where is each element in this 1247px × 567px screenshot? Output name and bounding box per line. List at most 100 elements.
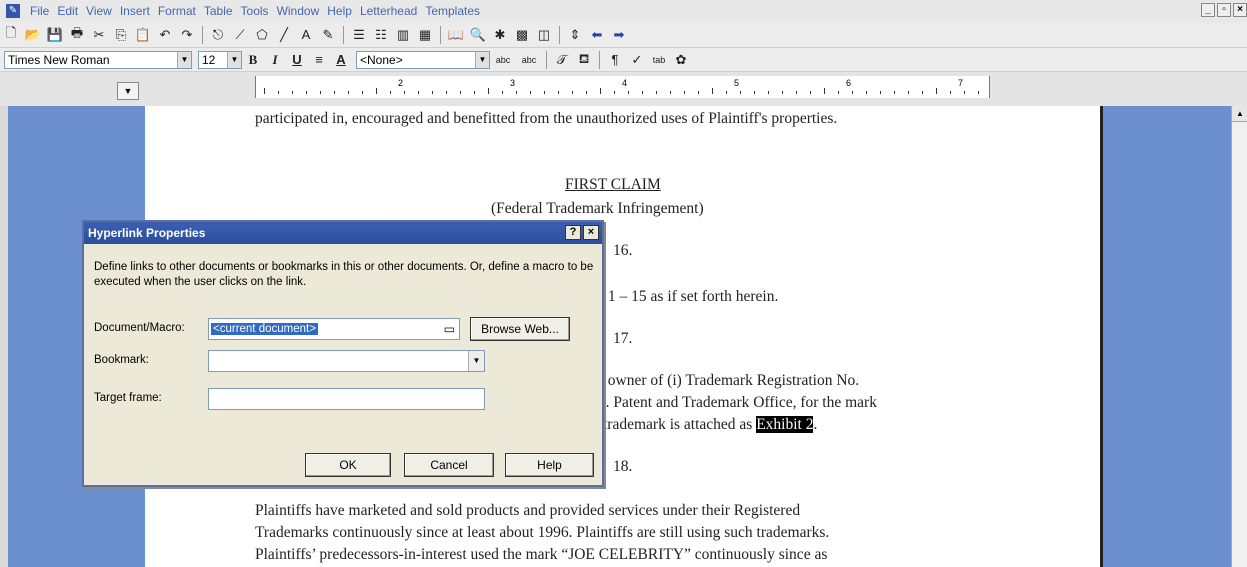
hyperlink-icon[interactable]: ⎋ [208, 25, 228, 45]
grid-icon[interactable]: ▩ [512, 25, 532, 45]
ruler-tick [838, 91, 839, 94]
browse-web-button[interactable]: Browse Web... [470, 317, 570, 341]
effects-icon[interactable]: ✿ [671, 50, 691, 70]
paste-icon[interactable]: 📋 [133, 25, 153, 45]
shape-icon[interactable]: ⬠ [252, 25, 272, 45]
tab-icon[interactable]: tab [649, 50, 669, 70]
bookmark-select[interactable]: ▼ [208, 350, 485, 372]
undo-icon[interactable]: ↶ [155, 25, 175, 45]
ruler-tick [684, 91, 685, 94]
menu-table[interactable]: Table [200, 4, 237, 18]
book-icon[interactable]: 📖 [446, 25, 466, 45]
redo-icon[interactable]: ↷ [177, 25, 197, 45]
ruler-number: 4 [622, 78, 628, 88]
underline-button[interactable]: U [287, 50, 307, 70]
style-select[interactable]: <None> ▼ [356, 50, 490, 69]
new-icon[interactable]: 🗋 [1, 25, 21, 45]
pen-icon[interactable]: ✎ [318, 25, 338, 45]
menu-tools[interactable]: Tools [237, 4, 273, 18]
fill-icon[interactable]: ⛾ [574, 50, 594, 70]
menu-templates[interactable]: Templates [421, 4, 484, 18]
menu-insert[interactable]: Insert [116, 4, 154, 18]
bold-button[interactable]: B [243, 50, 263, 70]
dialog-title-buttons: ? × [565, 225, 599, 240]
restore-icon[interactable]: ▫ [1217, 3, 1231, 17]
help-button[interactable]: Help [505, 453, 594, 477]
ruler-toggle-button[interactable]: ▼ [117, 82, 139, 100]
menu-file[interactable]: File [26, 4, 53, 18]
menu-view[interactable]: View [82, 4, 116, 18]
doc-text-span: trademark is attached as [603, 416, 753, 433]
italic-button[interactable]: I [265, 50, 285, 70]
forward-icon[interactable]: ➡ [609, 25, 629, 45]
ruler-tick [782, 91, 783, 94]
menu-format[interactable]: Format [154, 4, 200, 18]
ruler-tick [740, 91, 741, 94]
target-frame-input[interactable] [208, 388, 485, 410]
chevron-down-icon[interactable]: ▼ [177, 51, 191, 68]
ruler-number: 2 [398, 78, 404, 88]
help-icon[interactable]: ? [565, 225, 581, 240]
copy-icon[interactable]: ⎘ [111, 25, 131, 45]
ruler-tick [530, 91, 531, 94]
font-name-select[interactable]: Times New Roman ▼ [4, 50, 192, 69]
chevron-down-icon[interactable]: ▼ [468, 351, 484, 371]
align-icon[interactable]: ≡ [309, 50, 329, 70]
line-icon[interactable]: ╱ [274, 25, 294, 45]
ok-button[interactable]: OK [305, 453, 391, 477]
chevron-down-icon[interactable]: ▼ [475, 51, 489, 68]
chart-icon[interactable]: ◫ [534, 25, 554, 45]
vertical-scrollbar[interactable]: ▲ [1231, 106, 1247, 567]
toolbar-separator [343, 25, 344, 44]
save-icon[interactable]: 💾 [45, 25, 65, 45]
dialog-title-bar[interactable]: Hyperlink Properties ? × [84, 222, 602, 244]
ruler-tick [922, 91, 923, 94]
font-color-icon[interactable]: A [331, 50, 351, 70]
ruler-tick [908, 91, 909, 94]
ruler-tick [362, 91, 363, 94]
doc-line: e owner of (i) Trademark Registration No… [597, 372, 860, 389]
folder-icon[interactable]: ▭ [444, 319, 455, 339]
ruler[interactable]: 2 3 4 5 6 7 [255, 76, 990, 98]
double-strike-icon[interactable]: abc [517, 50, 541, 70]
chevron-down-icon[interactable]: ▼ [227, 51, 241, 68]
strike-icon[interactable]: abc [491, 50, 515, 70]
paragraph-number: 16. [613, 242, 633, 259]
star-icon[interactable]: ✱ [490, 25, 510, 45]
move-icon[interactable]: ⇕ [565, 25, 585, 45]
ruler-tick [348, 91, 349, 94]
menu-help[interactable]: Help [323, 4, 356, 18]
close-icon[interactable]: × [583, 225, 599, 240]
spellcheck-icon[interactable]: ✓ [627, 50, 647, 70]
ruler-tick [586, 91, 587, 94]
draw-line-icon[interactable]: ⟋ [230, 25, 250, 45]
ruler-tick [712, 88, 713, 94]
open-icon[interactable]: 📂 [23, 25, 43, 45]
menu-letterhead[interactable]: Letterhead [356, 4, 421, 18]
app-icon[interactable]: ✎ [6, 4, 20, 18]
ruler-tick [474, 91, 475, 94]
format-toolbar: Times New Roman ▼ 12 ▼ B I U ≡ A <None> … [0, 48, 1247, 72]
textbox-icon[interactable]: A [296, 25, 316, 45]
cut-icon[interactable]: ✂ [89, 25, 109, 45]
cancel-button[interactable]: Cancel [404, 453, 494, 477]
paragraph-icon[interactable]: ¶ [605, 50, 625, 70]
zoom-icon[interactable]: 🔍 [468, 25, 488, 45]
numbering-icon[interactable]: ☷ [371, 25, 391, 45]
bullets-icon[interactable]: ☰ [349, 25, 369, 45]
menu-bar: ✎ File Edit View Insert Format Table Too… [0, 0, 1247, 22]
minimize-icon[interactable]: _ [1201, 3, 1215, 17]
back-icon[interactable]: ⬅ [587, 25, 607, 45]
ruler-tick [418, 91, 419, 94]
table-icon[interactable]: ▦ [415, 25, 435, 45]
print-icon[interactable]: 🖶 [67, 25, 87, 45]
format-icon[interactable]: 𝒯 [552, 50, 572, 70]
close-window-icon[interactable]: × [1233, 3, 1247, 17]
scroll-up-icon[interactable]: ▲ [1232, 106, 1247, 122]
menu-window[interactable]: Window [273, 4, 324, 18]
selected-text[interactable]: Exhibit 2 [756, 416, 814, 433]
font-size-select[interactable]: 12 ▼ [198, 50, 242, 69]
document-macro-field[interactable]: <current document> ▭ [208, 318, 460, 340]
columns-icon[interactable]: ▥ [393, 25, 413, 45]
menu-edit[interactable]: Edit [53, 4, 82, 18]
